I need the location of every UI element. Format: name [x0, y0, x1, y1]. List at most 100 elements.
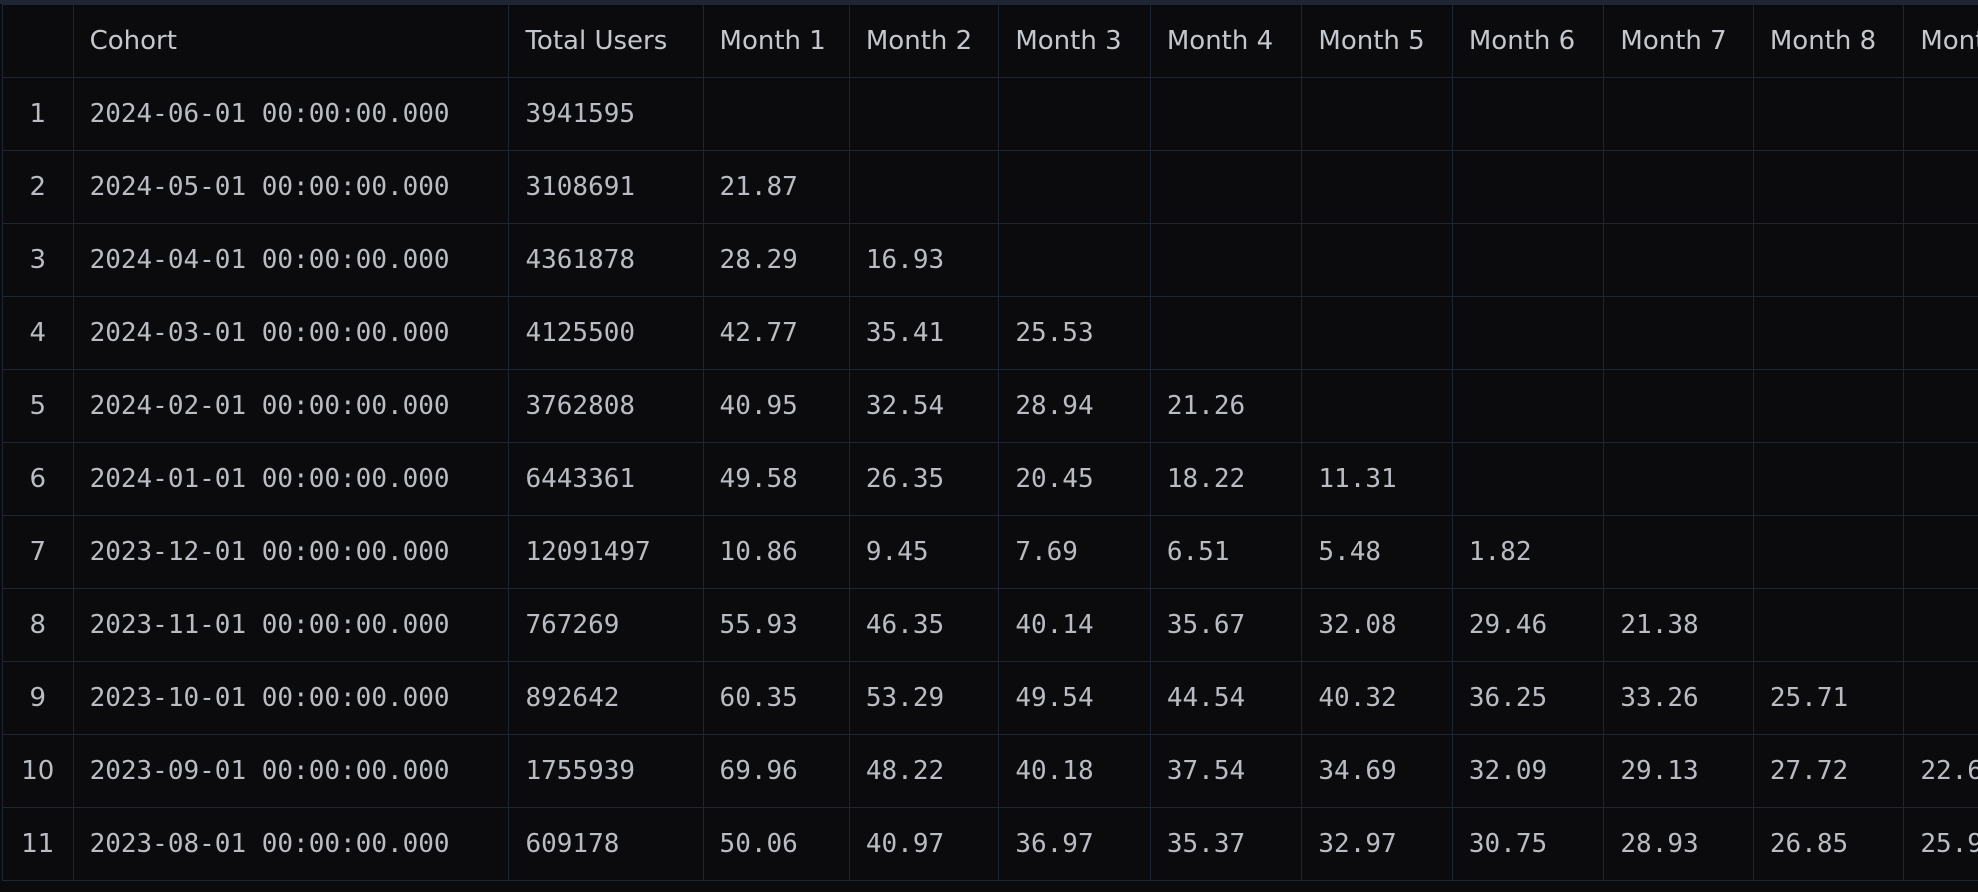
table-row[interactable]: 3 2024-04-01 00:00:00.000 4361878 28.29 16.9… — [2, 223, 1978, 297]
table-cell[interactable]: 3941595 — [508, 77, 704, 151]
row-number-cell[interactable]: 4 — [2, 296, 74, 370]
table-cell[interactable] — [1603, 296, 1754, 370]
table-cell[interactable]: 48.22 — [848, 734, 1000, 808]
table-cell[interactable] — [1903, 588, 1978, 662]
table-cell[interactable]: 55.93 — [702, 588, 850, 662]
table-cell[interactable]: 35.67 — [1149, 588, 1303, 662]
table-cell[interactable] — [1451, 369, 1605, 443]
table-cell[interactable]: 40.95 — [702, 369, 850, 443]
table-cell[interactable] — [1603, 515, 1754, 589]
table-cell[interactable]: 26.85 — [1752, 807, 1905, 881]
table-cell[interactable]: 36.25 — [1451, 661, 1605, 735]
table-row[interactable]: 2 2024-05-01 00:00:00.000 3108691 21.87 — [2, 150, 1978, 224]
column-header[interactable]: Month 7 — [1603, 4, 1754, 78]
table-cell[interactable] — [1451, 77, 1605, 151]
table-row[interactable]: 9 2023-10-01 00:00:00.000 892642 60.35 53.29… — [2, 661, 1978, 735]
column-header[interactable]: Month 8 — [1752, 4, 1905, 78]
column-header[interactable]: Month 9 — [1903, 4, 1978, 78]
table-row[interactable]: 4 2024-03-01 00:00:00.000 4125500 42.77 35.4… — [2, 296, 1978, 370]
table-row[interactable]: 5 2024-02-01 00:00:00.000 3762808 40.95 32.5… — [2, 369, 1978, 443]
table-cell[interactable]: 2024-02-01 00:00:00.000 — [72, 369, 510, 443]
table-cell[interactable]: 16.93 — [848, 223, 1000, 297]
table-cell[interactable]: 37.54 — [1149, 734, 1303, 808]
table-cell[interactable] — [1301, 369, 1453, 443]
row-number-cell[interactable]: 1 — [2, 77, 74, 151]
column-header[interactable]: Total Users — [508, 4, 704, 78]
table-cell[interactable]: 69.96 — [702, 734, 850, 808]
table-cell[interactable]: 25.71 — [1752, 661, 1905, 735]
table-cell[interactable] — [1903, 515, 1978, 589]
table-cell[interactable]: 53.29 — [848, 661, 1000, 735]
column-header-rownum[interactable] — [2, 4, 74, 78]
table-cell[interactable] — [1149, 296, 1303, 370]
table-cell[interactable]: 3762808 — [508, 369, 704, 443]
table-cell[interactable]: 4125500 — [508, 296, 704, 370]
table-cell[interactable]: 28.29 — [702, 223, 850, 297]
column-header[interactable]: Month 6 — [1451, 4, 1605, 78]
table-cell[interactable]: 49.58 — [702, 442, 850, 516]
table-cell[interactable] — [1301, 77, 1453, 151]
table-cell[interactable] — [1603, 150, 1754, 224]
table-cell[interactable] — [1903, 223, 1978, 297]
table-cell[interactable]: 21.87 — [702, 150, 850, 224]
table-cell[interactable]: 2023-09-01 00:00:00.000 — [72, 734, 510, 808]
table-cell[interactable]: 25.53 — [998, 296, 1151, 370]
table-cell[interactable]: 32.97 — [1301, 807, 1453, 881]
table-cell[interactable]: 10.86 — [702, 515, 850, 589]
table-cell[interactable] — [1603, 442, 1754, 516]
table-cell[interactable]: 29.13 — [1603, 734, 1754, 808]
table-cell[interactable] — [1752, 588, 1905, 662]
table-cell[interactable]: 30.75 — [1451, 807, 1605, 881]
table-cell[interactable] — [1603, 369, 1754, 443]
table-cell[interactable]: 767269 — [508, 588, 704, 662]
table-cell[interactable]: 21.26 — [1149, 369, 1303, 443]
table-cell[interactable]: 1.82 — [1451, 515, 1605, 589]
table-cell[interactable]: 44.54 — [1149, 661, 1303, 735]
table-cell[interactable] — [848, 77, 1000, 151]
table-cell[interactable]: 2023-12-01 00:00:00.000 — [72, 515, 510, 589]
table-cell[interactable] — [1301, 223, 1453, 297]
table-cell[interactable]: 4361878 — [508, 223, 704, 297]
table-cell[interactable]: 12091497 — [508, 515, 704, 589]
column-header[interactable]: Month 3 — [998, 4, 1151, 78]
row-number-cell[interactable]: 10 — [2, 734, 74, 808]
table-cell[interactable]: 26.35 — [848, 442, 1000, 516]
table-cell[interactable] — [1903, 661, 1978, 735]
table-cell[interactable]: 40.32 — [1301, 661, 1453, 735]
table-cell[interactable]: 32.09 — [1451, 734, 1605, 808]
table-cell[interactable] — [1603, 223, 1754, 297]
table-cell[interactable] — [1752, 223, 1905, 297]
table-cell[interactable]: 2024-04-01 00:00:00.000 — [72, 223, 510, 297]
table-cell[interactable]: 50.06 — [702, 807, 850, 881]
table-cell[interactable] — [1752, 442, 1905, 516]
table-row[interactable]: 8 2023-11-01 00:00:00.000 767269 55.93 46.35… — [2, 588, 1978, 662]
table-cell[interactable]: 29.46 — [1451, 588, 1605, 662]
table-cell[interactable] — [998, 77, 1151, 151]
table-cell[interactable]: 34.69 — [1301, 734, 1453, 808]
table-cell[interactable] — [1149, 150, 1303, 224]
table-cell[interactable]: 6.51 — [1149, 515, 1303, 589]
table-cell[interactable]: 2024-05-01 00:00:00.000 — [72, 150, 510, 224]
table-cell[interactable] — [1752, 150, 1905, 224]
table-cell[interactable] — [1451, 296, 1605, 370]
table-cell[interactable]: 22.64 — [1903, 734, 1978, 808]
table-row[interactable]: 6 2024-01-01 00:00:00.000 6443361 49.58 26.3… — [2, 442, 1978, 516]
table-cell[interactable]: 2024-03-01 00:00:00.000 — [72, 296, 510, 370]
row-number-cell[interactable]: 2 — [2, 150, 74, 224]
table-cell[interactable]: 49.54 — [998, 661, 1151, 735]
table-cell[interactable] — [998, 223, 1151, 297]
table-cell[interactable] — [1903, 369, 1978, 443]
row-number-cell[interactable]: 8 — [2, 588, 74, 662]
table-cell[interactable]: 2024-01-01 00:00:00.000 — [72, 442, 510, 516]
table-cell[interactable]: 11.31 — [1301, 442, 1453, 516]
row-number-cell[interactable]: 6 — [2, 442, 74, 516]
table-cell[interactable]: 33.26 — [1603, 661, 1754, 735]
table-cell[interactable]: 40.97 — [848, 807, 1000, 881]
table-cell[interactable]: 892642 — [508, 661, 704, 735]
table-row[interactable]: 7 2023-12-01 00:00:00.000 12091497 10.86 9.4… — [2, 515, 1978, 589]
column-header[interactable]: Cohort — [72, 4, 510, 78]
table-cell[interactable] — [848, 150, 1000, 224]
table-cell[interactable]: 2023-10-01 00:00:00.000 — [72, 661, 510, 735]
table-cell[interactable]: 1755939 — [508, 734, 704, 808]
column-header[interactable]: Month 2 — [848, 4, 1000, 78]
